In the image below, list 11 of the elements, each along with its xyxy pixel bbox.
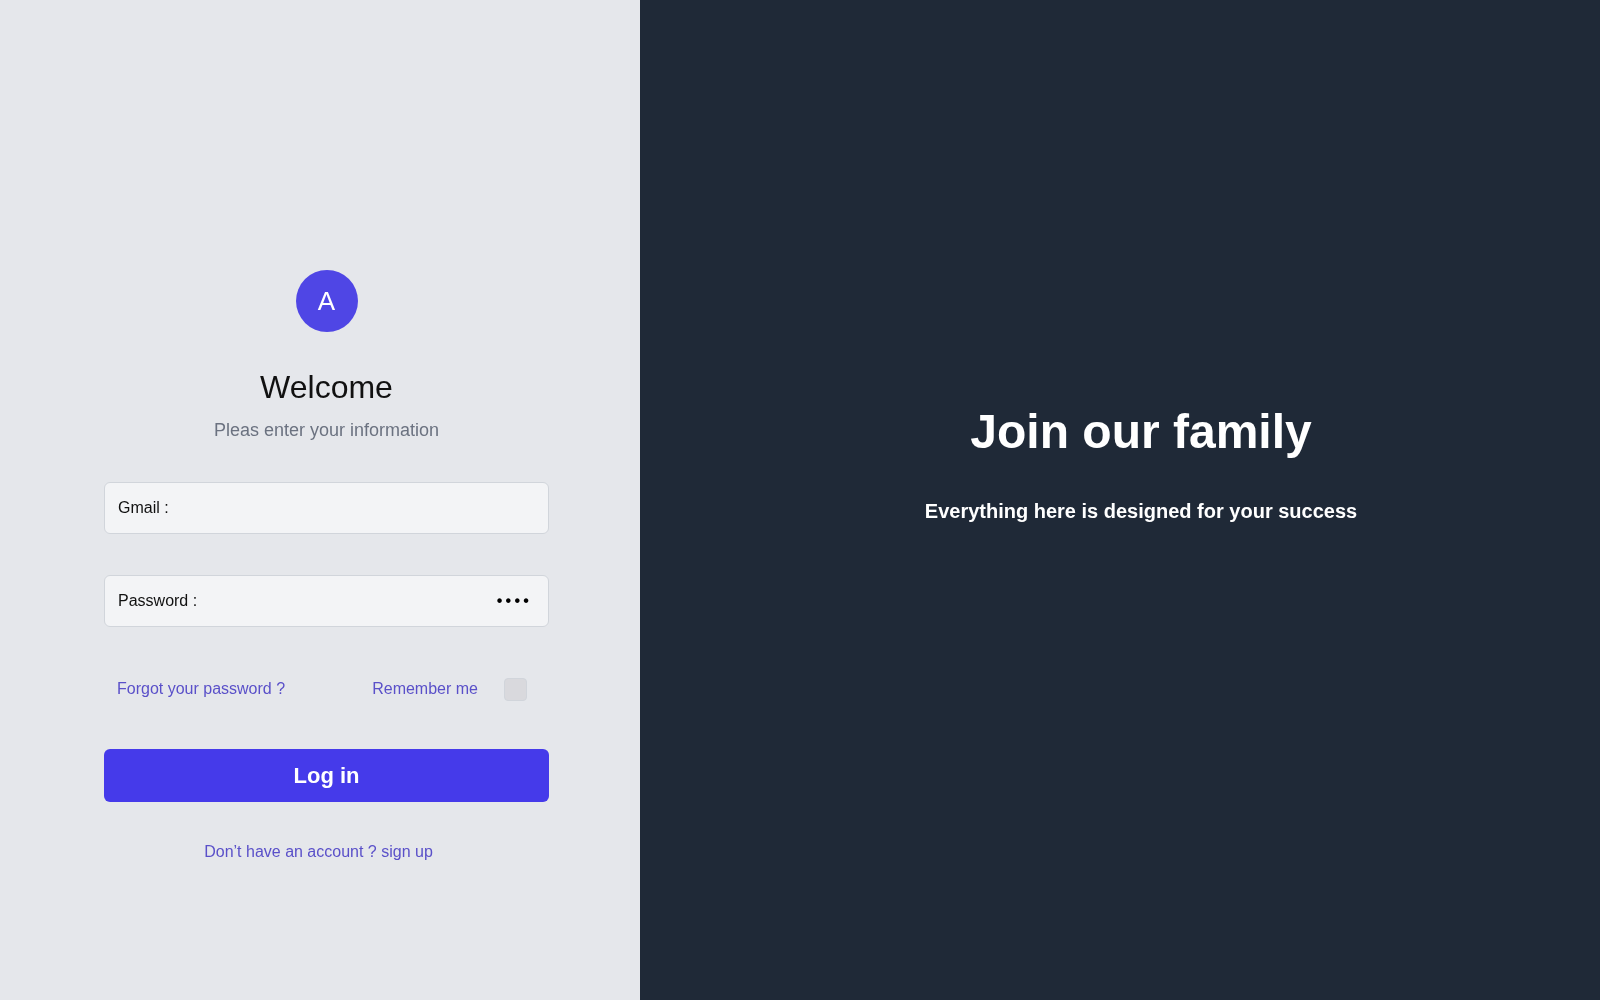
welcome-title: Welcome <box>260 368 393 407</box>
signup-link[interactable]: Don’t have an account ? sign up <box>204 840 433 864</box>
password-field[interactable]: Password : •••• <box>104 575 549 627</box>
login-button[interactable]: Log in <box>104 749 549 802</box>
forgot-password-link[interactable]: Forgot your password ? <box>117 677 286 701</box>
promo-subtitle: Everything here is designed for your success <box>924 499 1358 524</box>
avatar: A <box>295 270 358 332</box>
email-field[interactable]: Gmail : <box>104 482 549 534</box>
promo-title: Join our family <box>970 408 1312 456</box>
subtitle: Pleas enter your information <box>213 419 440 442</box>
remember-me-label[interactable]: Remember me <box>372 677 478 701</box>
